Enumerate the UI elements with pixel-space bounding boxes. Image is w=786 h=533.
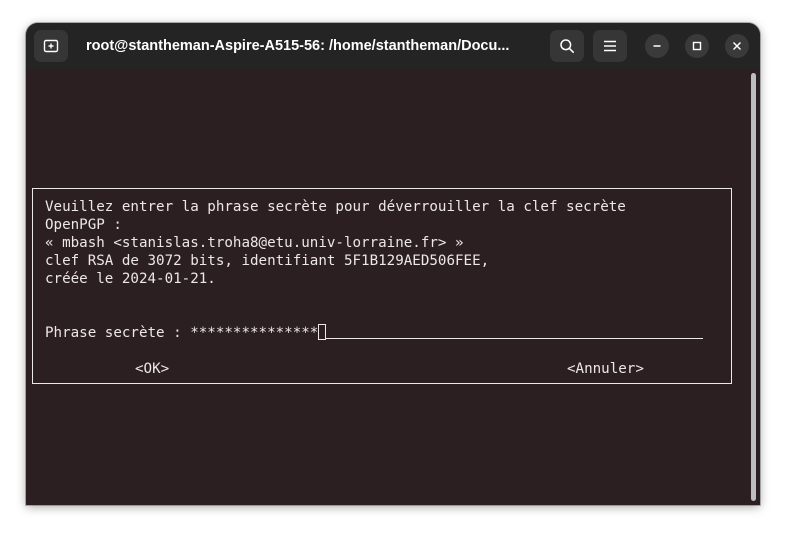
ok-button[interactable]: <OK> [135,360,169,378]
terminal-area[interactable]: Veuillez entrer la phrase secrète pour d… [26,69,760,505]
menu-button[interactable] [593,30,627,62]
dialog-line: Veuillez entrer la phrase secrète pour d… [45,199,626,215]
search-button[interactable] [550,30,584,62]
scrollbar[interactable] [751,73,756,501]
dialog-line: clef RSA de 3072 bits, identifiant 5F1B1… [45,253,490,269]
hamburger-menu-icon [604,40,616,52]
passphrase-row: Phrase secrète : *************** [45,324,704,342]
passphrase-input[interactable]: *************** [190,325,318,341]
dialog-line: OpenPGP : [45,217,122,233]
cancel-button[interactable]: <Annuler> [567,360,644,378]
minimize-icon [653,45,661,47]
search-icon [560,39,574,53]
new-tab-button[interactable] [34,30,68,62]
minimize-button[interactable] [645,34,669,58]
new-tab-icon [43,39,59,53]
maximize-icon [692,41,702,51]
title-bar: root@stantheman-Aspire-A515-56: /home/st… [26,23,760,69]
dialog-line: créée le 2024-01-21. [45,271,216,287]
passphrase-label: Phrase secrète : [45,325,191,341]
window-title: root@stantheman-Aspire-A515-56: /home/st… [86,38,510,54]
dialog-message: Veuillez entrer la phrase secrète pour d… [45,198,626,288]
passphrase-field-underline[interactable] [326,324,704,339]
terminal-window: root@stantheman-Aspire-A515-56: /home/st… [26,23,760,505]
passphrase-dialog: Veuillez entrer la phrase secrète pour d… [32,188,732,384]
maximize-button[interactable] [685,34,709,58]
text-cursor [318,324,327,340]
close-button[interactable] [725,34,749,58]
close-icon [733,42,741,50]
dialog-line: « mbash <stanislas.troha8@etu.univ-lorra… [45,235,464,251]
